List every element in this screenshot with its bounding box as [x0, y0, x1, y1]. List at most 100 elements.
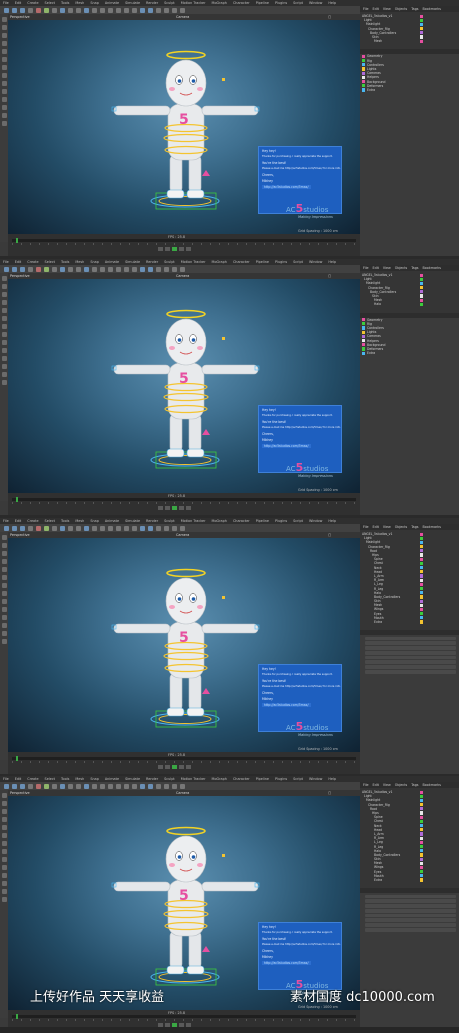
- mode-tool-icon[interactable]: [1, 292, 7, 297]
- toolbar-tool-icon[interactable]: [36, 783, 41, 789]
- toolbar-tool-icon[interactable]: [148, 783, 153, 789]
- mode-tool-icon[interactable]: [1, 348, 7, 353]
- object-menu-item[interactable]: View: [383, 525, 391, 529]
- animation-timeline[interactable]: FPS : 25.8 Grid Spacing : 1000 cm: [8, 488, 360, 515]
- mode-tool-icon[interactable]: [1, 809, 7, 814]
- object-row[interactable]: Mesh: [362, 39, 459, 43]
- toolbar-tool-icon[interactable]: [84, 525, 89, 531]
- menu-item[interactable]: Plugins: [275, 777, 287, 781]
- toolbar-tool-icon[interactable]: [124, 7, 129, 13]
- menu-item[interactable]: File: [3, 260, 9, 264]
- menu-item[interactable]: Pipeline: [256, 519, 269, 523]
- attribute-field[interactable]: [365, 894, 456, 899]
- toolbar-tool-icon[interactable]: [68, 783, 73, 789]
- object-row[interactable]: Halo: [362, 302, 459, 306]
- toolbar-tool-icon[interactable]: [92, 783, 97, 789]
- toolbar-tool-icon[interactable]: [148, 266, 153, 272]
- menu-item[interactable]: Create: [27, 1, 38, 5]
- toolbar-tool-icon[interactable]: [164, 266, 169, 272]
- attribute-field[interactable]: [365, 670, 456, 674]
- timeline-playhead[interactable]: [16, 497, 18, 502]
- object-menu-item[interactable]: Tags: [411, 525, 418, 529]
- mode-tool-icon[interactable]: [1, 551, 7, 556]
- menu-item[interactable]: Script: [293, 519, 303, 523]
- toolbar-tool-icon[interactable]: [36, 266, 41, 272]
- mode-tool-icon[interactable]: [1, 380, 7, 385]
- attribute-field[interactable]: [365, 660, 456, 665]
- perspective-viewport[interactable]: 5 Hey hey! Thanks for purchasing. I real…: [8, 279, 360, 493]
- go-to-end-icon[interactable]: [186, 765, 191, 769]
- viewport-mode-icon[interactable]: ▢: [328, 533, 331, 537]
- mode-tool-icon[interactable]: [1, 324, 7, 329]
- menu-item[interactable]: Tools: [61, 519, 69, 523]
- toolbar-tool-icon[interactable]: [76, 525, 81, 531]
- toolbar-tool-icon[interactable]: [60, 266, 65, 272]
- menu-item[interactable]: Animate: [105, 260, 119, 264]
- menu-item[interactable]: Plugins: [275, 1, 287, 5]
- attribute-field[interactable]: [365, 636, 456, 641]
- menu-item[interactable]: Mesh: [75, 1, 84, 5]
- mode-tool-icon[interactable]: [1, 583, 7, 588]
- menu-item[interactable]: Plugins: [275, 260, 287, 264]
- toolbar-tool-icon[interactable]: [156, 525, 161, 531]
- viewport-mode-icon[interactable]: ▢: [328, 791, 331, 795]
- mode-tool-icon[interactable]: [1, 833, 7, 838]
- toolbar-tool-icon[interactable]: [68, 525, 73, 531]
- toolbar-tool-icon[interactable]: [76, 266, 81, 272]
- mode-tool-icon[interactable]: [1, 372, 7, 377]
- object-row[interactable]: Extra: [362, 620, 459, 624]
- menu-item[interactable]: Motion Tracker: [181, 260, 206, 264]
- layer-row[interactable]: Extra: [362, 88, 459, 92]
- play-icon[interactable]: [172, 247, 177, 251]
- toolbar-tool-icon[interactable]: [172, 783, 177, 789]
- menu-item[interactable]: Animate: [105, 519, 119, 523]
- toolbar-tool-icon[interactable]: [132, 783, 137, 789]
- mode-tool-icon[interactable]: [1, 121, 7, 126]
- object-menu-item[interactable]: Objects: [395, 7, 407, 11]
- menu-item[interactable]: Window: [309, 260, 322, 264]
- mode-tool-icon[interactable]: [1, 607, 7, 612]
- layer-row[interactable]: Extra: [362, 351, 459, 355]
- toolbar-tool-icon[interactable]: [68, 266, 73, 272]
- toolbar-tool-icon[interactable]: [60, 783, 65, 789]
- popup-link[interactable]: http://ac5studios.com/5max/: [262, 961, 311, 965]
- toolbar-tool-icon[interactable]: [156, 783, 161, 789]
- toolbar-tool-icon[interactable]: [140, 525, 145, 531]
- timeline-track[interactable]: [12, 239, 356, 242]
- timeline-playhead[interactable]: [16, 238, 18, 243]
- timeline-track[interactable]: [12, 1015, 356, 1018]
- menu-item[interactable]: Motion Tracker: [181, 777, 206, 781]
- object-menu-item[interactable]: Edit: [373, 7, 379, 11]
- mode-tool-icon[interactable]: [1, 793, 7, 798]
- menu-item[interactable]: File: [3, 777, 9, 781]
- menu-item[interactable]: Snap: [90, 777, 99, 781]
- perspective-viewport[interactable]: 5 Hey hey! Thanks for purchasing. I real…: [8, 538, 360, 752]
- mode-tool-icon[interactable]: [1, 591, 7, 596]
- toolbar-tool-icon[interactable]: [44, 783, 49, 789]
- object-menu-item[interactable]: Bookmarks: [423, 7, 441, 11]
- attribute-field[interactable]: [365, 646, 456, 650]
- step-forward-icon[interactable]: [179, 247, 184, 251]
- attribute-field[interactable]: [365, 913, 456, 918]
- toolbar-tool-icon[interactable]: [20, 7, 25, 13]
- go-to-end-icon[interactable]: [186, 247, 191, 251]
- menu-item[interactable]: Simulate: [125, 519, 140, 523]
- viewport-mode-icon[interactable]: ▢: [328, 274, 331, 278]
- tag-icon[interactable]: [420, 878, 424, 882]
- attribute-field[interactable]: [365, 928, 456, 932]
- toolbar-tool-icon[interactable]: [28, 783, 33, 789]
- timeline-playhead[interactable]: [16, 756, 18, 761]
- object-menu-item[interactable]: Tags: [411, 266, 418, 270]
- attribute-field[interactable]: [365, 641, 456, 645]
- menu-item[interactable]: Script: [293, 777, 303, 781]
- mode-tool-icon[interactable]: [1, 801, 7, 806]
- toolbar-tool-icon[interactable]: [172, 266, 177, 272]
- mode-tool-icon[interactable]: [1, 356, 7, 361]
- menu-item[interactable]: MoGraph: [212, 1, 227, 5]
- toolbar-tool-icon[interactable]: [172, 525, 177, 531]
- mode-tool-icon[interactable]: [1, 25, 7, 30]
- toolbar-tool-icon[interactable]: [12, 783, 17, 789]
- attribute-field[interactable]: [365, 650, 456, 655]
- toolbar-tool-icon[interactable]: [180, 7, 185, 13]
- tag-icon[interactable]: [420, 302, 424, 306]
